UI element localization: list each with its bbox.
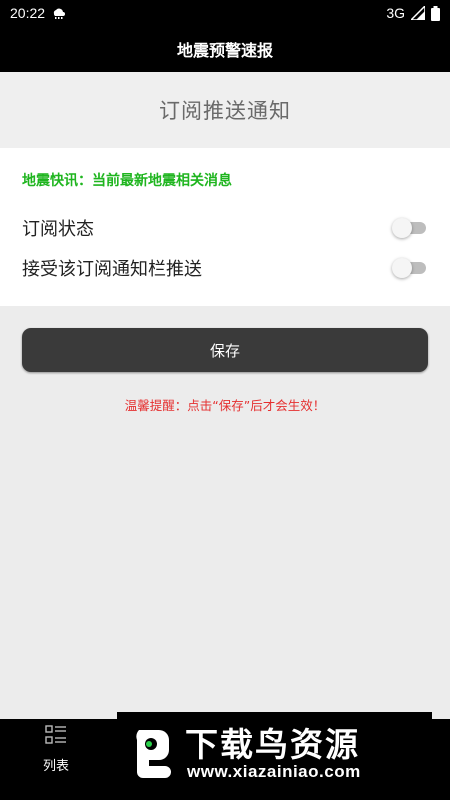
app-title: 地震预警速报 bbox=[176, 41, 273, 60]
cloud-icon bbox=[53, 8, 66, 19]
bird-logo-icon bbox=[136, 730, 171, 778]
page-title-band: 订阅推送通知 bbox=[0, 72, 450, 148]
notification-push-row: 接受该订阅通知栏推送 bbox=[22, 253, 428, 283]
network-type: 3G bbox=[386, 5, 405, 21]
list-icon bbox=[45, 725, 66, 744]
status-time: 20:22 bbox=[10, 5, 46, 21]
status-right: 3G bbox=[386, 5, 440, 21]
status-bar: 20:22 3G bbox=[0, 0, 450, 26]
news-headline: 地震快讯：当前最新地震相关消息 bbox=[22, 173, 232, 189]
notification-push-label: 接受该订阅通知栏推送 bbox=[22, 259, 202, 280]
signal-icon bbox=[411, 6, 425, 20]
page-title: 订阅推送通知 bbox=[159, 99, 291, 123]
reminder-text: 温馨提醒：点击“保存”后才会生效！ bbox=[124, 398, 326, 413]
subscription-status-label: 订阅状态 bbox=[22, 219, 94, 240]
nav-item-list-label: 列表 bbox=[42, 759, 69, 774]
battery-icon bbox=[431, 5, 440, 21]
subscription-status-toggle[interactable] bbox=[392, 218, 428, 238]
toggle-thumb bbox=[392, 258, 412, 278]
save-button[interactable]: 保存 bbox=[22, 328, 428, 372]
watermark-url: www.xiazainiao.com bbox=[187, 762, 361, 781]
watermark: 下载鸟资源 www.xiazainiao.com bbox=[117, 712, 432, 792]
toggle-thumb bbox=[392, 218, 412, 238]
status-left: 20:22 bbox=[10, 5, 66, 21]
settings-card: 地震快讯：当前最新地震相关消息 订阅状态 接受该订阅通知栏推送 bbox=[0, 148, 450, 306]
watermark-title: 下载鸟资源 bbox=[185, 725, 360, 764]
app-header: 地震预警速报 bbox=[0, 26, 450, 72]
subscription-status-row: 订阅状态 bbox=[22, 213, 428, 243]
nav-item-list[interactable]: 列表 bbox=[30, 725, 82, 775]
notification-push-toggle[interactable] bbox=[392, 258, 428, 278]
